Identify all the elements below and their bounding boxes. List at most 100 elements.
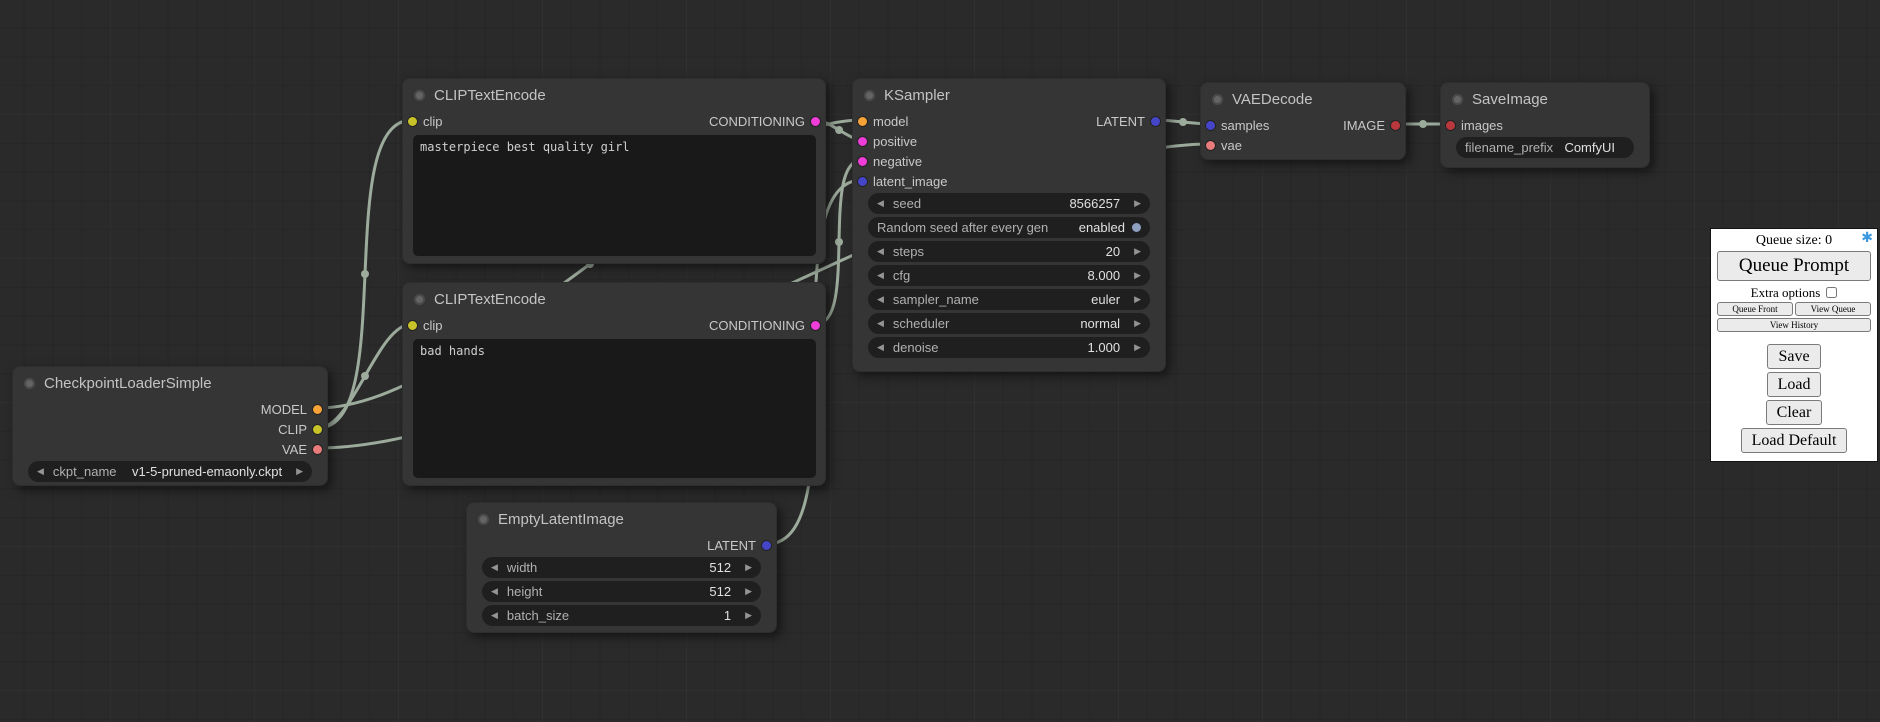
widget-batch-size[interactable]: ◀batch_size1▶ (482, 605, 761, 626)
node-title-text: EmptyLatentImage (498, 511, 624, 528)
view-queue-button[interactable]: View Queue (1795, 302, 1871, 316)
increment-arrow-icon[interactable]: ▶ (1134, 319, 1141, 328)
node-graph-canvas[interactable]: CheckpointLoaderSimpleMODELCLIPVAE◀ckpt_… (0, 0, 1880, 722)
collapse-dot-icon[interactable] (414, 294, 425, 305)
widget-value: 1.000 (1088, 340, 1126, 355)
widget-filename-prefix[interactable]: filename_prefixComfyUI (1456, 137, 1634, 158)
increment-arrow-icon[interactable]: ▶ (745, 563, 752, 572)
collapse-dot-icon[interactable] (478, 514, 489, 525)
model-input-slot[interactable] (858, 117, 867, 126)
widget-label: ckpt_name (53, 464, 117, 479)
widget-seed[interactable]: ◀seed8566257▶ (868, 193, 1150, 214)
negative-input-slot[interactable] (858, 157, 867, 166)
slot-label: MODEL (261, 402, 307, 417)
images-input-slot[interactable] (1446, 121, 1455, 130)
node-emptylatentimage[interactable]: EmptyLatentImage LATENT ◀width512▶ ◀height5… (466, 502, 777, 633)
node-saveimage[interactable]: SaveImageimagesfilename_prefixComfyUI (1440, 82, 1650, 168)
collapse-dot-icon[interactable] (24, 378, 35, 389)
slot-input: model (858, 114, 908, 129)
decrement-arrow-icon[interactable]: ◀ (877, 247, 884, 256)
decrement-arrow-icon[interactable]: ◀ (877, 343, 884, 352)
widget-cfg[interactable]: ◀cfg8.000▶ (868, 265, 1150, 286)
increment-arrow-icon[interactable]: ▶ (1134, 247, 1141, 256)
collapse-dot-icon[interactable] (1452, 94, 1463, 105)
increment-arrow-icon[interactable]: ▶ (1134, 343, 1141, 352)
widget-label: steps (893, 244, 924, 259)
slot-output: CONDITIONING (709, 114, 820, 129)
increment-arrow-icon[interactable]: ▶ (296, 467, 303, 476)
node-cliptextencode[interactable]: CLIPTextEncodeclipCONDITIONINGmasterpiec… (402, 78, 826, 264)
widget-value: v1-5-pruned-emaonly.ckpt (132, 464, 287, 479)
node-widgets: ◀seed8566257▶ Random seed after every gen… (853, 193, 1165, 358)
slot-label: positive (873, 134, 917, 149)
settings-gear-icon[interactable]: ✱ (1861, 232, 1873, 246)
widget-width[interactable]: ◀width512▶ (482, 557, 761, 578)
slot-row: images (1441, 115, 1649, 135)
collapse-dot-icon[interactable] (1212, 94, 1223, 105)
extra-options-checkbox[interactable] (1826, 287, 1837, 298)
vae-output-slot[interactable] (313, 445, 322, 454)
positive-input-slot[interactable] (858, 137, 867, 146)
vae-input-slot[interactable] (1206, 141, 1215, 150)
increment-arrow-icon[interactable]: ▶ (745, 611, 752, 620)
node-title-text: CheckpointLoaderSimple (44, 375, 212, 392)
clip-output-slot[interactable] (313, 425, 322, 434)
conditioning-output-slot[interactable] (811, 117, 820, 126)
decrement-arrow-icon[interactable]: ◀ (491, 611, 498, 620)
decrement-arrow-icon[interactable]: ◀ (877, 295, 884, 304)
queue-front-button[interactable]: Queue Front (1717, 302, 1793, 316)
node-ksampler[interactable]: KSamplermodelLATENTpositivenegativelaten… (852, 78, 1166, 372)
save-button[interactable]: Save (1767, 344, 1820, 369)
node-titlebar: SaveImage (1441, 83, 1649, 115)
decrement-arrow-icon[interactable]: ◀ (37, 467, 44, 476)
node-checkpointloadersimple[interactable]: CheckpointLoaderSimpleMODELCLIPVAE◀ckpt_… (12, 366, 328, 486)
samples-input-slot[interactable] (1206, 121, 1215, 130)
widget-label: sampler_name (893, 292, 979, 307)
widget-sampler-name[interactable]: ◀sampler_nameeuler▶ (868, 289, 1150, 310)
increment-arrow-icon[interactable]: ▶ (1134, 199, 1141, 208)
prompt-textarea[interactable]: bad hands (413, 339, 816, 478)
collapse-dot-icon[interactable] (864, 90, 875, 101)
view-history-button[interactable]: View History (1717, 318, 1871, 332)
clear-button[interactable]: Clear (1766, 400, 1823, 425)
model-output-slot[interactable] (313, 405, 322, 414)
queue-prompt-button[interactable]: Queue Prompt (1717, 251, 1871, 281)
image-output-slot[interactable] (1391, 121, 1400, 130)
node-vaedecode[interactable]: VAEDecodesamplesIMAGEvae (1200, 82, 1406, 160)
increment-arrow-icon[interactable]: ▶ (1134, 271, 1141, 280)
decrement-arrow-icon[interactable]: ◀ (877, 319, 884, 328)
decrement-arrow-icon[interactable]: ◀ (491, 563, 498, 572)
slot-input: vae (1206, 138, 1242, 153)
widget-random-seed-after-every-gen[interactable]: Random seed after every genenabled (868, 217, 1150, 238)
widget-label: batch_size (507, 608, 569, 623)
clip-input-slot[interactable] (408, 321, 417, 330)
widget-label: cfg (893, 268, 910, 283)
slot-row: latent_image (853, 171, 1165, 191)
conditioning-output-slot[interactable] (811, 321, 820, 330)
queue-buttons-row: Queue Front View Queue (1717, 302, 1871, 316)
widget-value: normal (1080, 316, 1125, 331)
prompt-textarea[interactable]: masterpiece best quality girl (413, 135, 816, 256)
node-cliptextencode-2[interactable]: CLIPTextEncodeclipCONDITIONINGbad hands (402, 282, 826, 486)
widget-scheduler[interactable]: ◀schedulernormal▶ (868, 313, 1150, 334)
widget-denoise[interactable]: ◀denoise1.000▶ (868, 337, 1150, 358)
node-slots: clipCONDITIONING (403, 315, 825, 335)
latent-output-slot[interactable] (762, 541, 771, 550)
load-default-button[interactable]: Load Default (1741, 428, 1848, 453)
slot-output: VAE (282, 442, 322, 457)
collapse-dot-icon[interactable] (414, 90, 425, 101)
increment-arrow-icon[interactable]: ▶ (1134, 295, 1141, 304)
queue-size-label: Queue size: 0 (1756, 233, 1832, 249)
latent-output-slot[interactable] (1151, 117, 1160, 126)
clip-input-slot[interactable] (408, 117, 417, 126)
widget-ckpt-name[interactable]: ◀ ckpt_name v1-5-pruned-emaonly.ckpt ▶ (28, 461, 312, 482)
decrement-arrow-icon[interactable]: ◀ (491, 587, 498, 596)
decrement-arrow-icon[interactable]: ◀ (877, 199, 884, 208)
decrement-arrow-icon[interactable]: ◀ (877, 271, 884, 280)
increment-arrow-icon[interactable]: ▶ (745, 587, 752, 596)
slot-output: LATENT (707, 538, 771, 553)
widget-height[interactable]: ◀height512▶ (482, 581, 761, 602)
load-button[interactable]: Load (1767, 372, 1822, 397)
latent-image-input-slot[interactable] (858, 177, 867, 186)
widget-steps[interactable]: ◀steps20▶ (868, 241, 1150, 262)
